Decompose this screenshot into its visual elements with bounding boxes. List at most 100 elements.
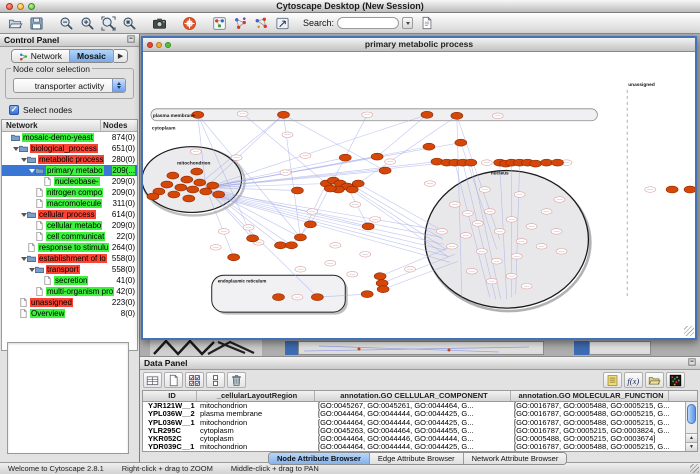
tree-row-secretion[interactable]: secretion41(0) bbox=[2, 275, 137, 286]
zoom-icon[interactable] bbox=[165, 42, 171, 48]
open-icon[interactable] bbox=[6, 15, 25, 32]
tab-mosaic[interactable]: Mosaic bbox=[70, 50, 114, 62]
graph-node-orange[interactable] bbox=[167, 172, 179, 179]
tree-row-multi-organism-pro[interactable]: multi-organism pro42(0) bbox=[2, 286, 137, 297]
tab-overflow-button[interactable]: ▶ bbox=[114, 50, 127, 62]
graph-node-orange[interactable] bbox=[324, 185, 336, 192]
graph-node-orange[interactable] bbox=[228, 254, 240, 261]
tree-row-unassigned[interactable]: unassigned223(0) bbox=[2, 297, 137, 308]
graph-node-orange[interactable] bbox=[455, 139, 467, 146]
tree-row-primary-metabo[interactable]: primary metabo209(... bbox=[2, 165, 137, 176]
graph-node-orange[interactable] bbox=[291, 187, 303, 194]
table-scrollbar[interactable]: ▲ ▼ bbox=[685, 402, 697, 451]
tree-row-metabolic-process[interactable]: metabolic process280(0) bbox=[2, 154, 137, 165]
tab-node-attribute-browser[interactable]: Node Attribute Browser bbox=[269, 453, 370, 464]
minimize-icon[interactable] bbox=[156, 42, 162, 48]
tree-col-network[interactable]: Network bbox=[2, 120, 101, 131]
graph-node-orange[interactable] bbox=[451, 112, 463, 119]
import-icon[interactable] bbox=[645, 372, 664, 388]
graph-node-orange[interactable] bbox=[541, 159, 553, 166]
graph-node-orange[interactable] bbox=[247, 235, 259, 242]
graph-node-orange[interactable] bbox=[304, 221, 316, 228]
graph-node-orange[interactable] bbox=[294, 234, 306, 241]
graph-node-orange[interactable] bbox=[277, 111, 289, 118]
zoom-in-icon[interactable] bbox=[78, 15, 97, 32]
tree-row-mosaic-demo-yeast[interactable]: mosaic-demo-yeast874(0) bbox=[2, 132, 137, 143]
app-resize-grip[interactable] bbox=[690, 464, 699, 473]
graph-node-orange[interactable] bbox=[213, 191, 225, 198]
column-header--cellularlayoutregion[interactable]: _cellularLayoutRegion bbox=[197, 391, 315, 401]
help-icon[interactable] bbox=[180, 15, 199, 32]
attribute-doc-icon[interactable] bbox=[420, 15, 437, 31]
select-all-attrs-icon[interactable] bbox=[185, 372, 204, 388]
graph-node-orange[interactable] bbox=[362, 223, 374, 230]
graph-node-orange[interactable] bbox=[377, 286, 389, 293]
graph-node-orange[interactable] bbox=[352, 180, 364, 187]
graph-node-orange[interactable] bbox=[191, 168, 203, 175]
tab-network[interactable]: Network bbox=[12, 50, 70, 62]
graph-edge[interactable] bbox=[352, 116, 457, 188]
scrollbar-thumb[interactable] bbox=[687, 404, 696, 424]
graph-node-orange[interactable] bbox=[187, 186, 199, 193]
network-window-titlebar[interactable]: primary metabolic process bbox=[143, 38, 695, 52]
graph-node-orange[interactable] bbox=[200, 188, 212, 195]
graph-node-orange[interactable] bbox=[183, 195, 195, 202]
zoom-selected-icon[interactable] bbox=[120, 15, 139, 32]
graph-node-orange[interactable] bbox=[421, 111, 433, 118]
search-dropdown-icon[interactable] bbox=[402, 17, 413, 29]
graph-node-orange[interactable] bbox=[194, 179, 206, 186]
graph-node-orange[interactable] bbox=[374, 273, 386, 280]
graph-node-orange[interactable] bbox=[161, 181, 173, 188]
float-panel-icon[interactable] bbox=[688, 358, 696, 368]
nucleus-region[interactable] bbox=[425, 171, 588, 309]
table-row[interactable]: YPL036W__2plasma membrane[GO:0044464, GO… bbox=[143, 410, 697, 418]
graph-node-orange[interactable] bbox=[552, 159, 564, 166]
birdseye-view-panel[interactable] bbox=[7, 342, 129, 454]
minimize-button[interactable] bbox=[17, 3, 24, 10]
zoom-out-icon[interactable] bbox=[57, 15, 76, 32]
tree-col-nodes[interactable]: Nodes bbox=[101, 120, 137, 131]
expand-arrow-icon[interactable] bbox=[20, 213, 27, 217]
graph-node-orange[interactable] bbox=[465, 159, 477, 166]
column-header-annotation-go-molecular-function[interactable]: annotation.GO MOLECULAR_FUNCTION bbox=[511, 391, 669, 401]
graph-node-orange[interactable] bbox=[666, 186, 678, 193]
expand-arrow-icon[interactable] bbox=[20, 158, 27, 162]
tree-row-nucleobase-[interactable]: nucleobase-209(0) bbox=[2, 176, 137, 187]
graph-edge[interactable] bbox=[214, 195, 446, 251]
table-row[interactable]: YKR052Ccytoplasm[GO:0044464, GO:0044446,… bbox=[143, 435, 697, 443]
tree-row-cellular-metabo[interactable]: cellular metabo209(0) bbox=[2, 220, 137, 231]
network-canvas[interactable]: plasma membranecytoplasmmitochondrionnuc… bbox=[143, 52, 695, 337]
layout-b-icon[interactable] bbox=[252, 15, 271, 32]
graph-edge[interactable] bbox=[283, 115, 385, 171]
tree-row-transport[interactable]: transport558(0) bbox=[2, 264, 137, 275]
matrix-icon[interactable] bbox=[666, 372, 685, 388]
tree-row-nitrogen-compo[interactable]: nitrogen compo209(0) bbox=[2, 187, 137, 198]
graph-node-orange[interactable] bbox=[379, 167, 391, 174]
graph-node-orange[interactable] bbox=[207, 182, 219, 189]
layout-a-icon[interactable] bbox=[231, 15, 250, 32]
graph-node-orange[interactable] bbox=[147, 193, 159, 200]
tree-row-cellular-process[interactable]: cellular process614(0) bbox=[2, 209, 137, 220]
expand-arrow-icon[interactable] bbox=[28, 268, 35, 272]
expand-arrow-icon[interactable] bbox=[28, 169, 35, 173]
network-overview-icon[interactable] bbox=[210, 15, 229, 32]
close-button[interactable] bbox=[6, 3, 13, 10]
select-nodes-checkbox[interactable]: ✓ bbox=[9, 105, 19, 115]
graph-node-orange[interactable] bbox=[684, 186, 695, 193]
table-row[interactable]: YDR039C__1mitochondrion[GO:0044464, GO:0… bbox=[143, 443, 697, 451]
column-header-annotation-go-cellular-component[interactable]: annotation.GO CELLULAR_COMPONENT bbox=[315, 391, 511, 401]
tree-row-macromolecule[interactable]: macromolecule311(0) bbox=[2, 198, 137, 209]
scroll-up-icon[interactable]: ▲ bbox=[686, 433, 697, 442]
annotation-icon[interactable] bbox=[603, 372, 622, 388]
graph-node-orange[interactable] bbox=[168, 191, 180, 198]
search-input[interactable] bbox=[337, 17, 399, 29]
graph-node-orange[interactable] bbox=[273, 294, 285, 301]
create-attr-icon[interactable] bbox=[164, 372, 183, 388]
float-panel-icon[interactable] bbox=[127, 35, 135, 45]
graph-node-orange[interactable] bbox=[361, 291, 373, 298]
tree-row-overview[interactable]: Overview8(0) bbox=[2, 308, 137, 319]
expand-arrow-icon[interactable] bbox=[12, 147, 19, 151]
graph-node-orange[interactable] bbox=[311, 294, 323, 301]
vizmapper-icon[interactable] bbox=[273, 15, 292, 32]
window-resize-grip[interactable] bbox=[684, 326, 694, 336]
